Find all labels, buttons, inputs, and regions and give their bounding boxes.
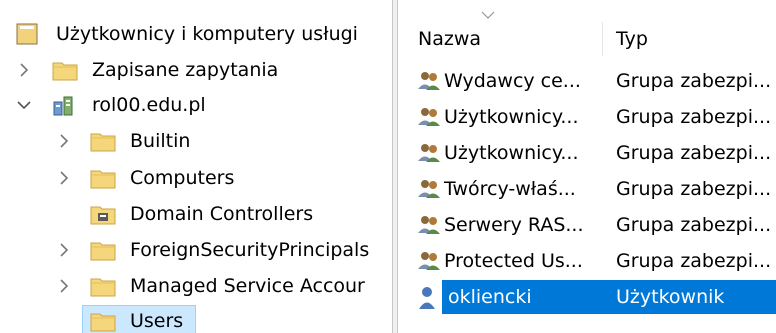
group-icon xyxy=(416,141,442,165)
row-name: Użytkownicy... xyxy=(444,106,579,128)
row-type: Użytkownik xyxy=(616,286,725,308)
folder-icon xyxy=(90,130,116,152)
folder-icon xyxy=(90,167,116,189)
list-row[interactable]: Protected Us... Grupa zabezpi... xyxy=(398,244,776,278)
row-type: Grupa zabezpi... xyxy=(616,106,772,128)
tree-item-label: Users xyxy=(130,310,184,332)
list-row-selected[interactable]: okliencki Użytkownik xyxy=(398,280,776,314)
tree-root-label: Użytkownicy i komputery usługi xyxy=(56,23,358,45)
folder-icon xyxy=(90,239,116,261)
row-name: Protected Us... xyxy=(444,250,583,272)
column-header-type[interactable]: Typ xyxy=(616,18,648,60)
group-icon xyxy=(416,249,442,273)
list-row[interactable]: Serwery RAS... Grupa zabezpi... xyxy=(398,208,776,242)
folder-icon xyxy=(90,310,116,332)
list-row[interactable]: Wydawcy ce... Grupa zabezpi... xyxy=(398,64,776,98)
row-type: Grupa zabezpi... xyxy=(616,214,772,236)
tree-item-computers[interactable]: Computers xyxy=(0,160,392,196)
chevron-down-icon[interactable] xyxy=(14,87,34,123)
list-row[interactable]: Użytkownicy... Grupa zabezpi... xyxy=(398,100,776,134)
row-type: Grupa zabezpi... xyxy=(616,250,772,272)
tree-item-label: Domain Controllers xyxy=(130,203,314,225)
snapin-icon xyxy=(16,23,42,45)
tree-item-saved-queries[interactable]: Zapisane zapytania xyxy=(0,52,392,88)
row-type: Grupa zabezpi... xyxy=(616,142,772,164)
column-divider[interactable] xyxy=(602,22,603,56)
row-name: Użytkownicy... xyxy=(444,142,579,164)
chevron-right-icon[interactable] xyxy=(54,160,74,196)
ou-folder-icon xyxy=(90,203,116,225)
user-icon xyxy=(416,285,442,309)
row-name: Serwery RAS... xyxy=(444,214,584,236)
row-name: Wydawcy ce... xyxy=(444,70,581,92)
row-type: Grupa zabezpi... xyxy=(616,178,772,200)
tree-item-label: Zapisane zapytania xyxy=(92,59,279,81)
group-icon xyxy=(416,69,442,93)
tree-item-label: ForeignSecurityPrincipals xyxy=(130,239,370,261)
tree-item-label: Managed Service Accour xyxy=(130,275,365,297)
tree-item-label: Builtin xyxy=(130,130,191,152)
tree-item-users[interactable]: Users xyxy=(0,303,392,333)
results-list: Nazwa Typ Wydawcy ce... Grupa zabezpi...… xyxy=(398,0,776,333)
tree-item-domain[interactable]: rol00.edu.pl xyxy=(0,87,392,123)
tree-item-managed-service-accounts[interactable]: Managed Service Accour xyxy=(0,268,392,304)
tree-item-domain-controllers[interactable]: Domain Controllers xyxy=(0,196,392,232)
tree-item-foreign-security-principals[interactable]: ForeignSecurityPrincipals xyxy=(0,232,392,268)
chevron-right-icon[interactable] xyxy=(54,268,74,304)
list-header: Nazwa Typ xyxy=(398,11,776,60)
tree-item-builtin[interactable]: Builtin xyxy=(0,123,392,159)
domain-icon xyxy=(52,94,78,116)
tree-item-label: rol00.edu.pl xyxy=(92,94,206,116)
sort-indicator-icon xyxy=(481,2,495,24)
chevron-right-icon[interactable] xyxy=(14,52,34,88)
folder-icon xyxy=(90,275,116,297)
group-icon xyxy=(416,177,442,201)
tree-item-label: Computers xyxy=(130,167,235,189)
group-icon xyxy=(416,213,442,237)
list-row[interactable]: Użytkownicy... Grupa zabezpi... xyxy=(398,136,776,170)
folder-icon xyxy=(52,59,78,81)
tree-root[interactable]: Użytkownicy i komputery usługi xyxy=(0,16,392,52)
group-icon xyxy=(416,105,442,129)
console-tree: Użytkownicy i komputery usługi Zapisane … xyxy=(0,0,392,333)
row-type: Grupa zabezpi... xyxy=(616,70,772,92)
column-header-name[interactable]: Nazwa xyxy=(418,18,481,60)
chevron-right-icon[interactable] xyxy=(54,232,74,268)
row-name: Twórcy-właś... xyxy=(444,178,576,200)
list-row[interactable]: Twórcy-właś... Grupa zabezpi... xyxy=(398,172,776,206)
chevron-right-icon[interactable] xyxy=(54,123,74,159)
row-name: okliencki xyxy=(448,286,532,308)
